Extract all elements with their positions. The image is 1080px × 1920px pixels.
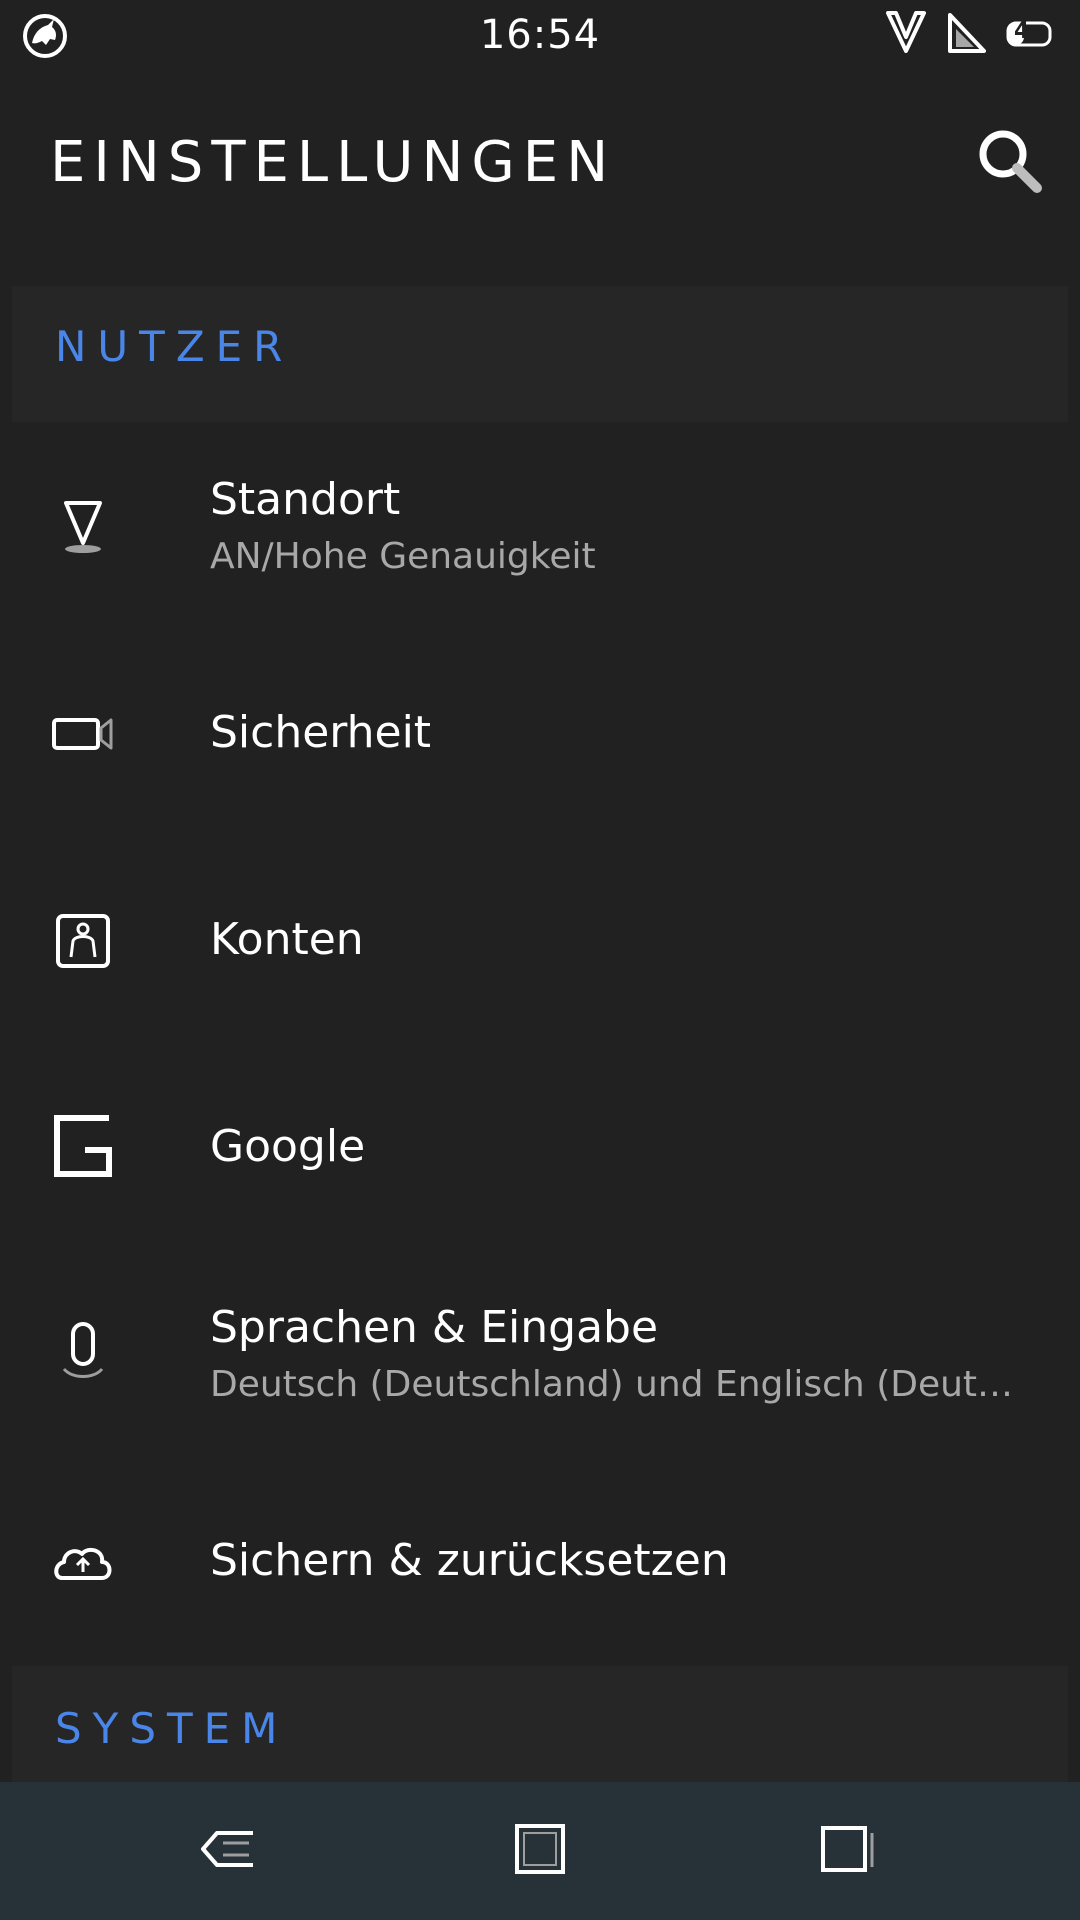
section-label: NUTZER	[55, 322, 294, 371]
google-icon	[50, 1113, 116, 1179]
item-title: Konten	[210, 914, 364, 965]
section-header-system: SYSTEM	[12, 1666, 1068, 1786]
item-subtitle: AN/Hohe Genauigkeit	[210, 536, 596, 577]
item-title: Sprachen & Eingabe	[210, 1302, 659, 1353]
search-button[interactable]	[970, 123, 1050, 203]
settings-item-sprachen[interactable]: Sprachen & Eingabe Deutsch (Deutschland)…	[0, 1252, 1080, 1459]
item-subtitle: Deutsch (Deutschland) und Englisch (Deut…	[210, 1364, 1030, 1405]
settings-item-sicherheit[interactable]: Sicherheit	[0, 631, 1080, 838]
settings-item-google[interactable]: Google	[0, 1045, 1080, 1252]
section-header-nutzer: NUTZER	[12, 286, 1068, 422]
item-title: Sicherheit	[210, 707, 432, 758]
account-icon	[50, 908, 116, 974]
wifi-icon	[886, 11, 926, 57]
battery-level: 4	[1014, 19, 1030, 44]
status-bar: 16:54 4	[0, 0, 1080, 68]
microphone-icon	[50, 1320, 116, 1386]
section-label: SYSTEM	[55, 1704, 289, 1753]
cloud-upload-icon	[50, 1529, 116, 1595]
status-icons: 4	[886, 11, 1054, 57]
settings-item-sichern[interactable]: Sichern & zurücksetzen	[0, 1459, 1080, 1666]
recents-button[interactable]	[803, 1806, 893, 1896]
navigation-bar	[0, 1782, 1080, 1920]
item-title: Google	[210, 1121, 366, 1172]
home-button[interactable]	[495, 1806, 585, 1896]
settings-item-konten[interactable]: Konten	[0, 838, 1080, 1045]
recents-icon	[820, 1825, 876, 1877]
settings-item-standort[interactable]: Standort AN/Hohe Genauigkeit	[0, 424, 1080, 631]
app-bar: EINSTELLUNGEN	[0, 68, 1080, 258]
home-icon	[514, 1823, 566, 1879]
security-camera-icon	[50, 701, 116, 767]
signal-icon	[946, 11, 986, 57]
page-title: EINSTELLUNGEN	[50, 130, 617, 195]
item-title: Standort	[210, 474, 401, 525]
battery-icon: 4	[1006, 19, 1054, 47]
back-icon	[199, 1827, 259, 1875]
back-button[interactable]	[184, 1806, 274, 1896]
search-icon	[975, 126, 1045, 200]
item-title: Sichern & zurücksetzen	[210, 1535, 729, 1586]
location-pin-icon	[50, 494, 116, 560]
